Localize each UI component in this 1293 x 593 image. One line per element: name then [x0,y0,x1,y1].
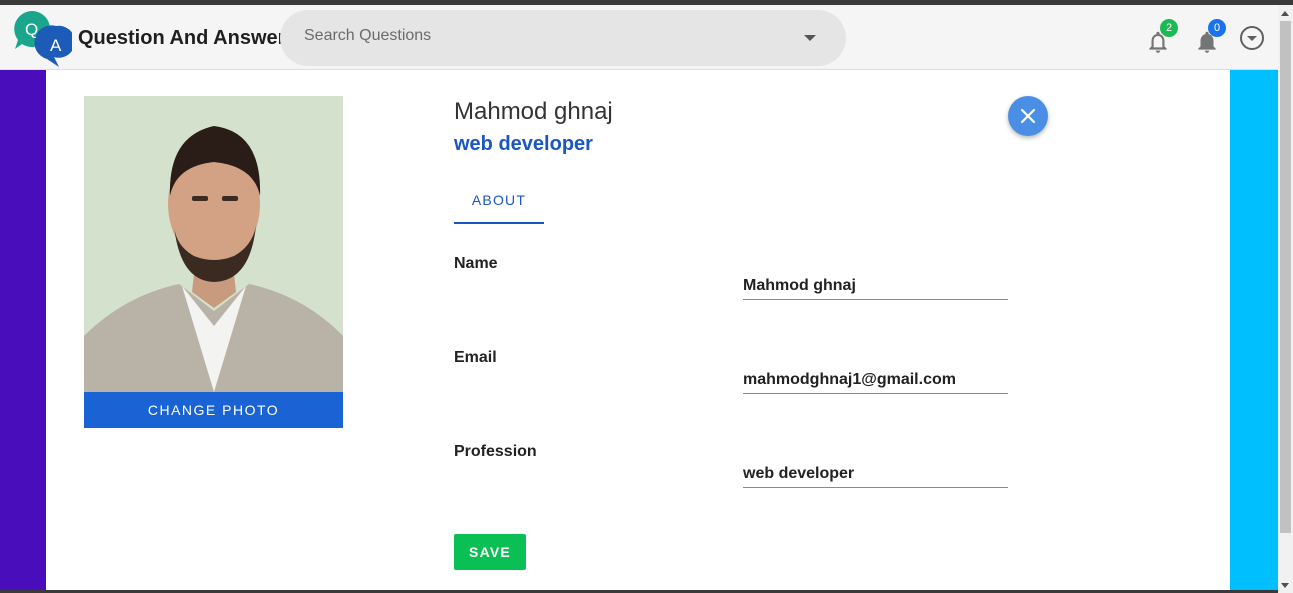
close-button[interactable] [1008,96,1048,136]
background-left-panel [0,70,46,593]
profile-profession-subtitle: web developer [454,133,593,155]
profession-label: Profession [454,443,537,460]
profile-photo-image [84,96,343,392]
scrollbar-thumb[interactable] [1280,21,1291,533]
chevron-down-icon[interactable] [804,35,816,43]
email-field[interactable] [743,366,1008,394]
app-title: Question And Answer [78,27,286,49]
name-label: Name [454,255,498,272]
search-input[interactable] [304,27,784,45]
search-bar[interactable] [280,10,846,66]
message-count-badge: 0 [1208,19,1226,37]
logo-letter-q: Q [25,20,38,39]
change-photo-button[interactable]: CHANGE PHOTO [84,392,343,428]
scroll-up-arrow-icon[interactable] [1281,11,1289,16]
circle-chevron-down-icon[interactable] [1239,25,1265,51]
profile-name-heading: Mahmod ghnaj [454,98,613,125]
scroll-down-arrow-icon[interactable] [1281,583,1289,588]
tab-about[interactable]: ABOUT [454,178,544,224]
save-button[interactable]: SAVE [454,534,526,570]
messages-bell-button[interactable]: 0 [1194,19,1226,55]
notification-count-badge: 2 [1160,19,1178,37]
profession-field[interactable] [743,460,1008,488]
background-right-panel [1230,70,1278,593]
app-header: Q A Question And Answer 2 0 [0,5,1278,70]
close-icon [1020,108,1036,124]
profile-photo [84,96,343,392]
name-field[interactable] [743,272,1008,300]
qa-logo[interactable]: Q A [14,9,72,67]
email-label: Email [454,349,497,366]
page-scrollbar[interactable] [1278,5,1293,593]
logo-letter-a: A [50,36,62,55]
notification-bell-button[interactable]: 2 [1144,19,1178,55]
